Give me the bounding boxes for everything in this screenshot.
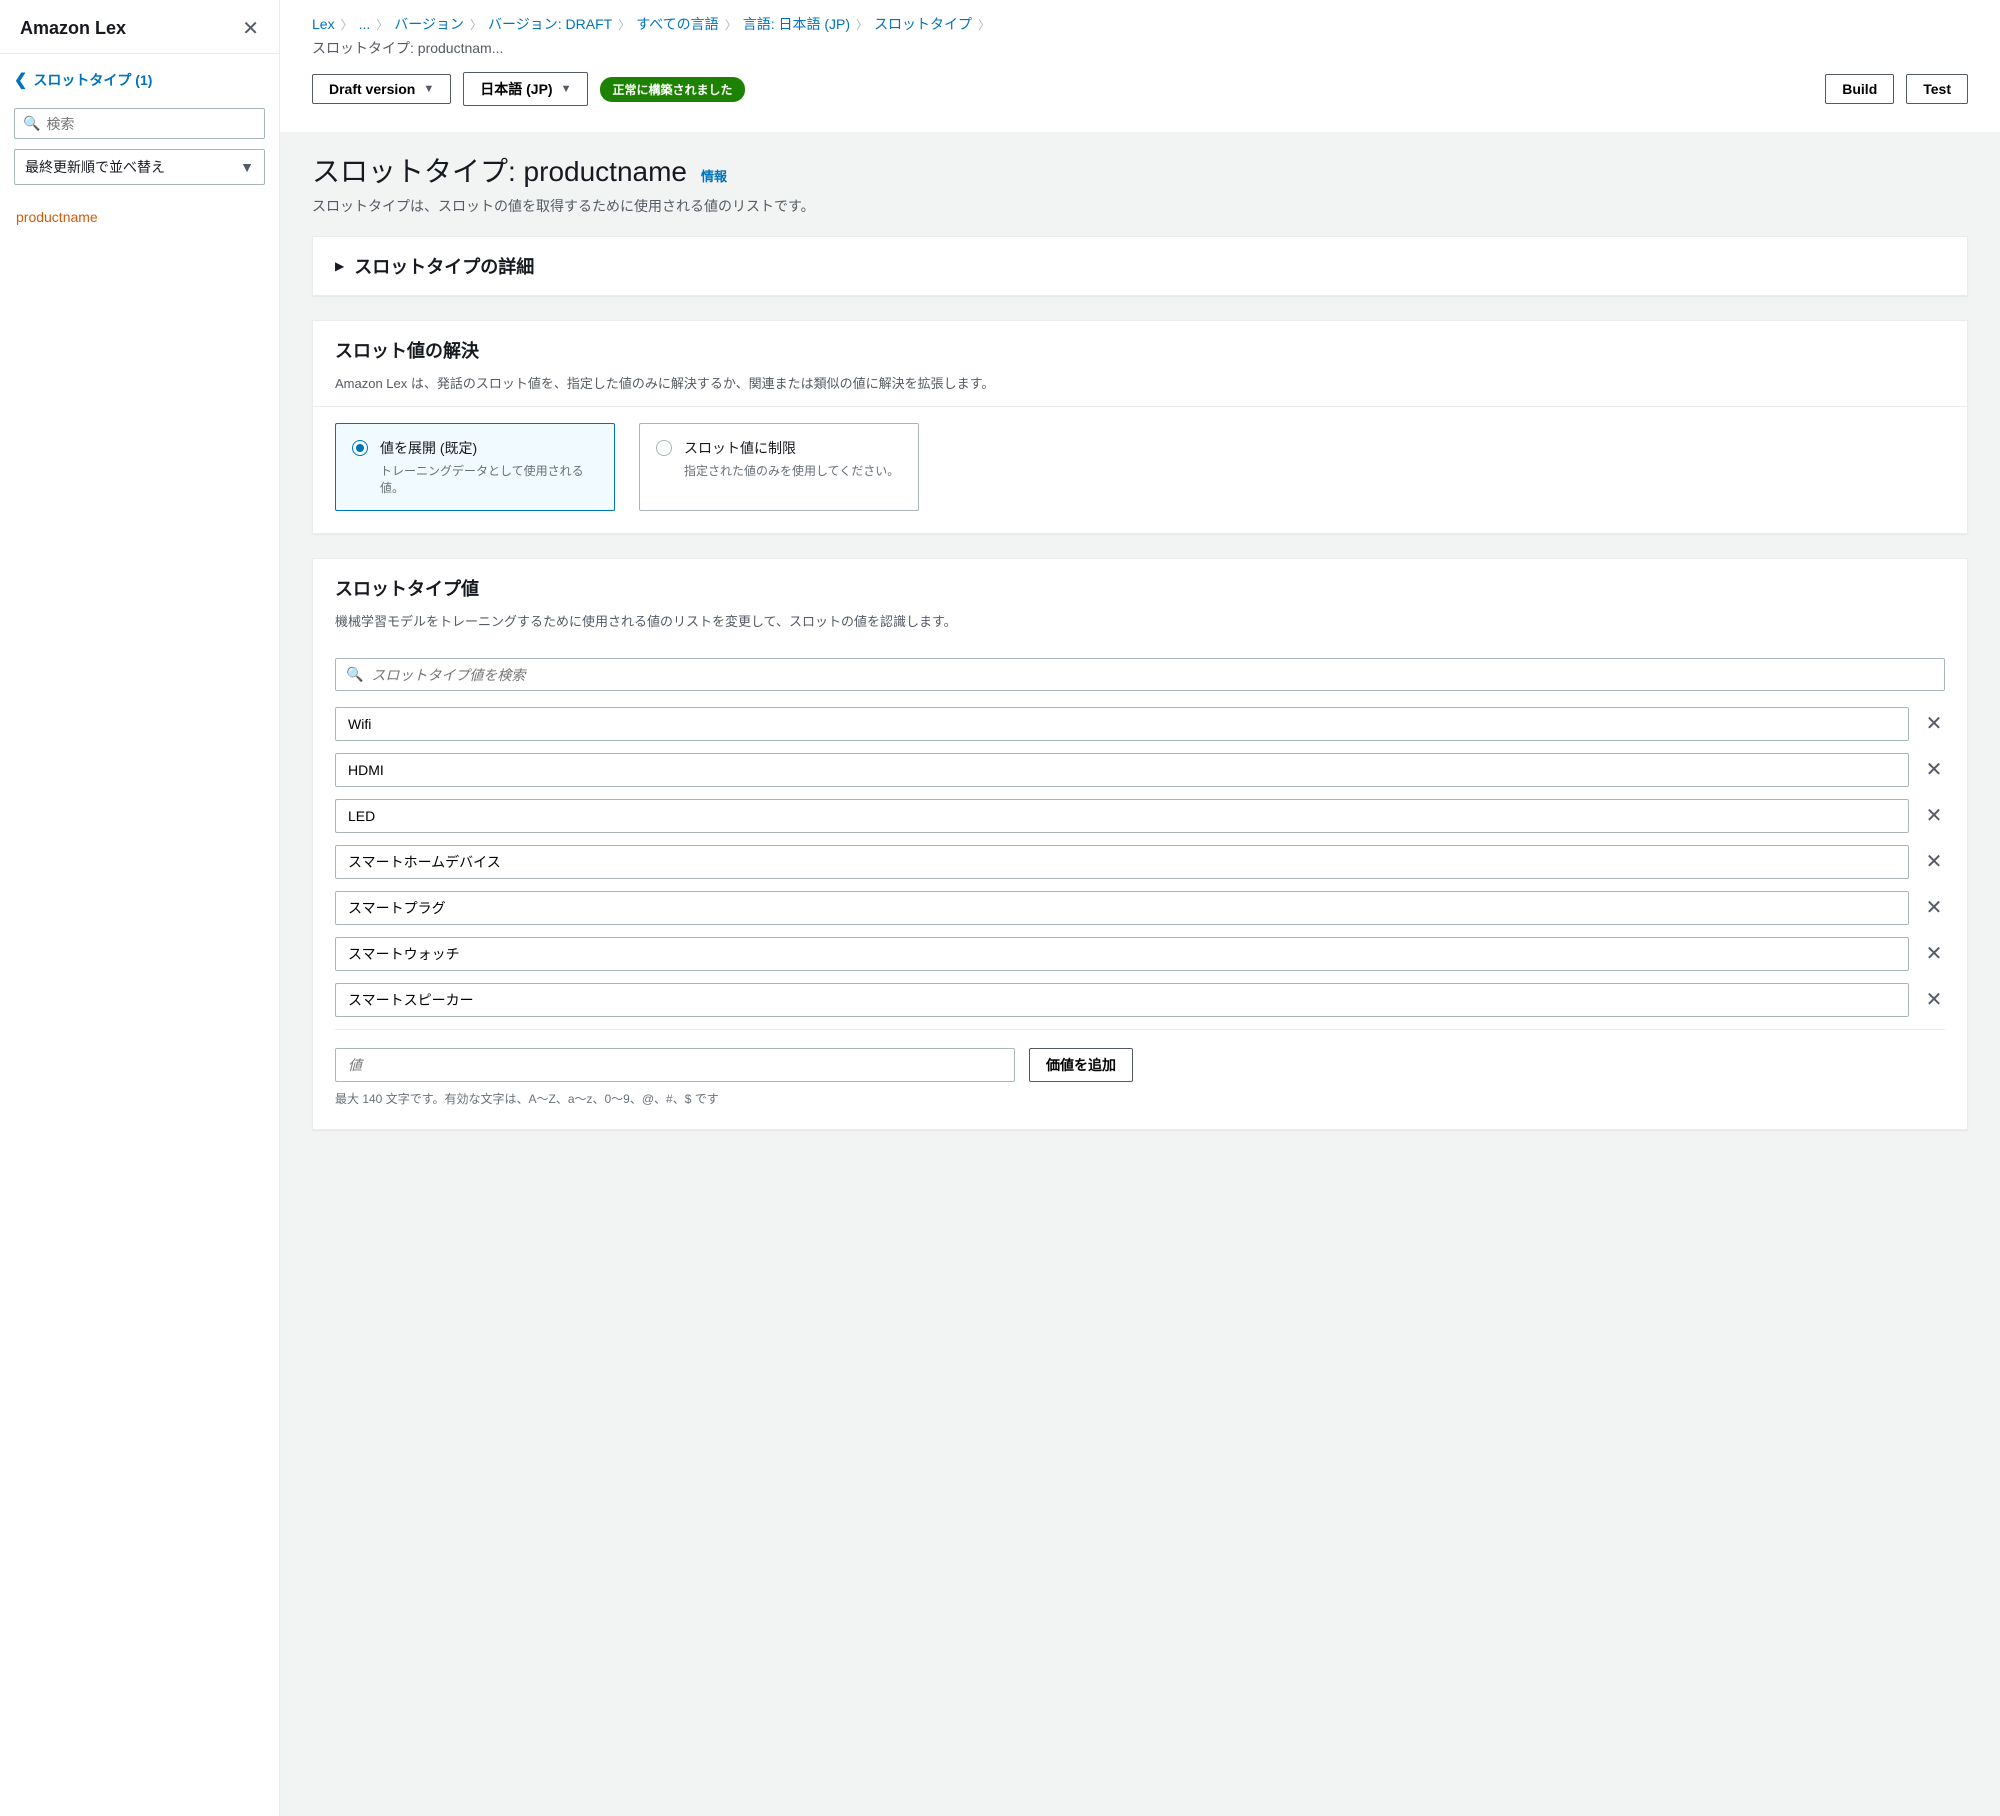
page-title: スロットタイプ: productname [312, 150, 687, 190]
chevron-right-icon: 〉 [470, 16, 482, 33]
sidebar-search[interactable]: 🔍 [14, 108, 265, 139]
panel-title-details: スロットタイプの詳細 [354, 253, 534, 279]
remove-value-icon[interactable]: ✕ [1923, 852, 1945, 872]
crumb-current: スロットタイプ: productnam... [312, 38, 1968, 58]
resolution-restrict-label: スロット値に制限 [684, 438, 899, 458]
sidebar-search-input[interactable] [46, 116, 256, 132]
sort-label: 最終更新順で並べ替え [25, 157, 165, 177]
crumb-language-jp[interactable]: 言語: 日本語 (JP) [743, 14, 850, 34]
radio-icon [352, 440, 368, 456]
remove-value-icon[interactable]: ✕ [1923, 760, 1945, 780]
back-link-slot-types[interactable]: ❮ スロットタイプ (1) [14, 70, 265, 90]
value-row: ✕ [335, 983, 1945, 1017]
panel-slot-type-details: ▶ スロットタイプの詳細 [312, 236, 1968, 296]
resolution-expand-desc: トレーニングデータとして使用される値。 [380, 462, 598, 496]
panel-slot-values: スロットタイプ値 機械学習モデルをトレーニングするために使用される値のリストを変… [312, 558, 1968, 1130]
panel-title-resolution: スロット値の解決 [335, 337, 479, 363]
crumb-all-languages[interactable]: すべての言語 [636, 14, 718, 34]
value-hint: 最大 140 文字です。有効な文字は、A～Z、a～z、0～9、@、#、$ です [335, 1090, 1945, 1107]
value-row: ✕ [335, 707, 1945, 741]
radio-icon [656, 440, 672, 456]
panel-slot-resolution: スロット値の解決 Amazon Lex は、発話のスロット値を、指定した値のみに… [312, 320, 1968, 534]
language-dropdown[interactable]: 日本語 (JP) ▼ [463, 72, 588, 106]
value-input[interactable] [335, 845, 1909, 879]
test-button[interactable]: Test [1906, 74, 1968, 104]
value-row: ✕ [335, 845, 1945, 879]
value-row: ✕ [335, 799, 1945, 833]
back-link-label: スロットタイプ (1) [33, 70, 152, 90]
resolution-restrict-option[interactable]: スロット値に制限 指定された値のみを使用してください。 [639, 423, 919, 511]
chevron-left-icon: ❮ [14, 70, 27, 90]
draft-version-dropdown[interactable]: Draft version ▼ [312, 74, 451, 104]
resolution-restrict-desc: 指定された値のみを使用してください。 [684, 462, 899, 479]
values-search-input[interactable] [371, 667, 1934, 683]
language-label: 日本語 (JP) [480, 79, 552, 99]
build-button[interactable]: Build [1825, 74, 1894, 104]
value-input[interactable] [335, 891, 1909, 925]
caret-down-icon: ▼ [423, 83, 434, 95]
crumb-version-draft[interactable]: バージョン: DRAFT [488, 14, 612, 34]
caret-down-icon: ▼ [561, 83, 572, 95]
resolution-description: Amazon Lex は、発話のスロット値を、指定した値のみに解決するか、関連ま… [313, 373, 1967, 406]
remove-value-icon[interactable]: ✕ [1923, 944, 1945, 964]
page-description: スロットタイプは、スロットの値を取得するために使用される値のリストです。 [312, 196, 1968, 216]
value-row: ✕ [335, 937, 1945, 971]
values-search[interactable]: 🔍 [335, 658, 1945, 691]
remove-value-icon[interactable]: ✕ [1923, 990, 1945, 1010]
remove-value-icon[interactable]: ✕ [1923, 806, 1945, 826]
chevron-right-icon: 〉 [725, 16, 737, 33]
info-link[interactable]: 情報 [701, 166, 727, 185]
sidebar-header: Amazon Lex ✕ [0, 0, 279, 54]
crumb-lex[interactable]: Lex [312, 16, 335, 32]
draft-version-label: Draft version [329, 81, 415, 97]
add-value-button[interactable]: 価値を追加 [1029, 1048, 1133, 1082]
value-input[interactable] [335, 707, 1909, 741]
main: Lex〉 ...〉 バージョン〉 バージョン: DRAFT〉 すべての言語〉 言… [280, 0, 2000, 1816]
topbar: Lex〉 ...〉 バージョン〉 バージョン: DRAFT〉 すべての言語〉 言… [280, 0, 2000, 132]
value-input[interactable] [335, 983, 1909, 1017]
value-input[interactable] [335, 799, 1909, 833]
search-icon: 🔍 [23, 115, 40, 132]
chevron-right-icon: 〉 [978, 16, 990, 33]
close-icon[interactable]: ✕ [242, 19, 259, 39]
panel-title-values: スロットタイプ値 [335, 575, 479, 601]
sort-dropdown[interactable]: 最終更新順で並べ替え ▼ [14, 149, 265, 185]
chevron-right-icon: 〉 [618, 16, 630, 33]
remove-value-icon[interactable]: ✕ [1923, 898, 1945, 918]
search-icon: 🔍 [346, 666, 363, 683]
caret-down-icon: ▼ [240, 159, 254, 175]
panel-header-details[interactable]: ▶ スロットタイプの詳細 [313, 237, 1967, 295]
value-row: ✕ [335, 891, 1945, 925]
breadcrumb: Lex〉 ...〉 バージョン〉 バージョン: DRAFT〉 すべての言語〉 言… [312, 14, 1968, 34]
sidebar-title: Amazon Lex [20, 18, 126, 39]
sidebar-item-productname[interactable]: productname [14, 205, 265, 229]
chevron-right-icon: 〉 [341, 16, 353, 33]
crumb-dots[interactable]: ... [359, 16, 371, 32]
value-input[interactable] [335, 753, 1909, 787]
status-badge: 正常に構築されました [600, 77, 744, 102]
chevron-right-icon: 〉 [856, 16, 868, 33]
triangle-right-icon: ▶ [335, 259, 344, 273]
crumb-slot-types[interactable]: スロットタイプ [874, 14, 972, 34]
action-row: Draft version ▼ 日本語 (JP) ▼ 正常に構築されました Bu… [312, 58, 1968, 124]
add-value-input[interactable] [335, 1048, 1015, 1082]
sidebar: Amazon Lex ✕ ❮ スロットタイプ (1) 🔍 最終更新順で並べ替え … [0, 0, 280, 1816]
value-input[interactable] [335, 937, 1909, 971]
value-row: ✕ [335, 753, 1945, 787]
resolution-expand-label: 値を展開 (既定) [380, 438, 598, 458]
chevron-right-icon: 〉 [376, 16, 388, 33]
values-description: 機械学習モデルをトレーニングするために使用される値のリストを変更して、スロットの… [313, 611, 1967, 644]
crumb-versions[interactable]: バージョン [394, 14, 464, 34]
remove-value-icon[interactable]: ✕ [1923, 714, 1945, 734]
resolution-expand-option[interactable]: 値を展開 (既定) トレーニングデータとして使用される値。 [335, 423, 615, 511]
